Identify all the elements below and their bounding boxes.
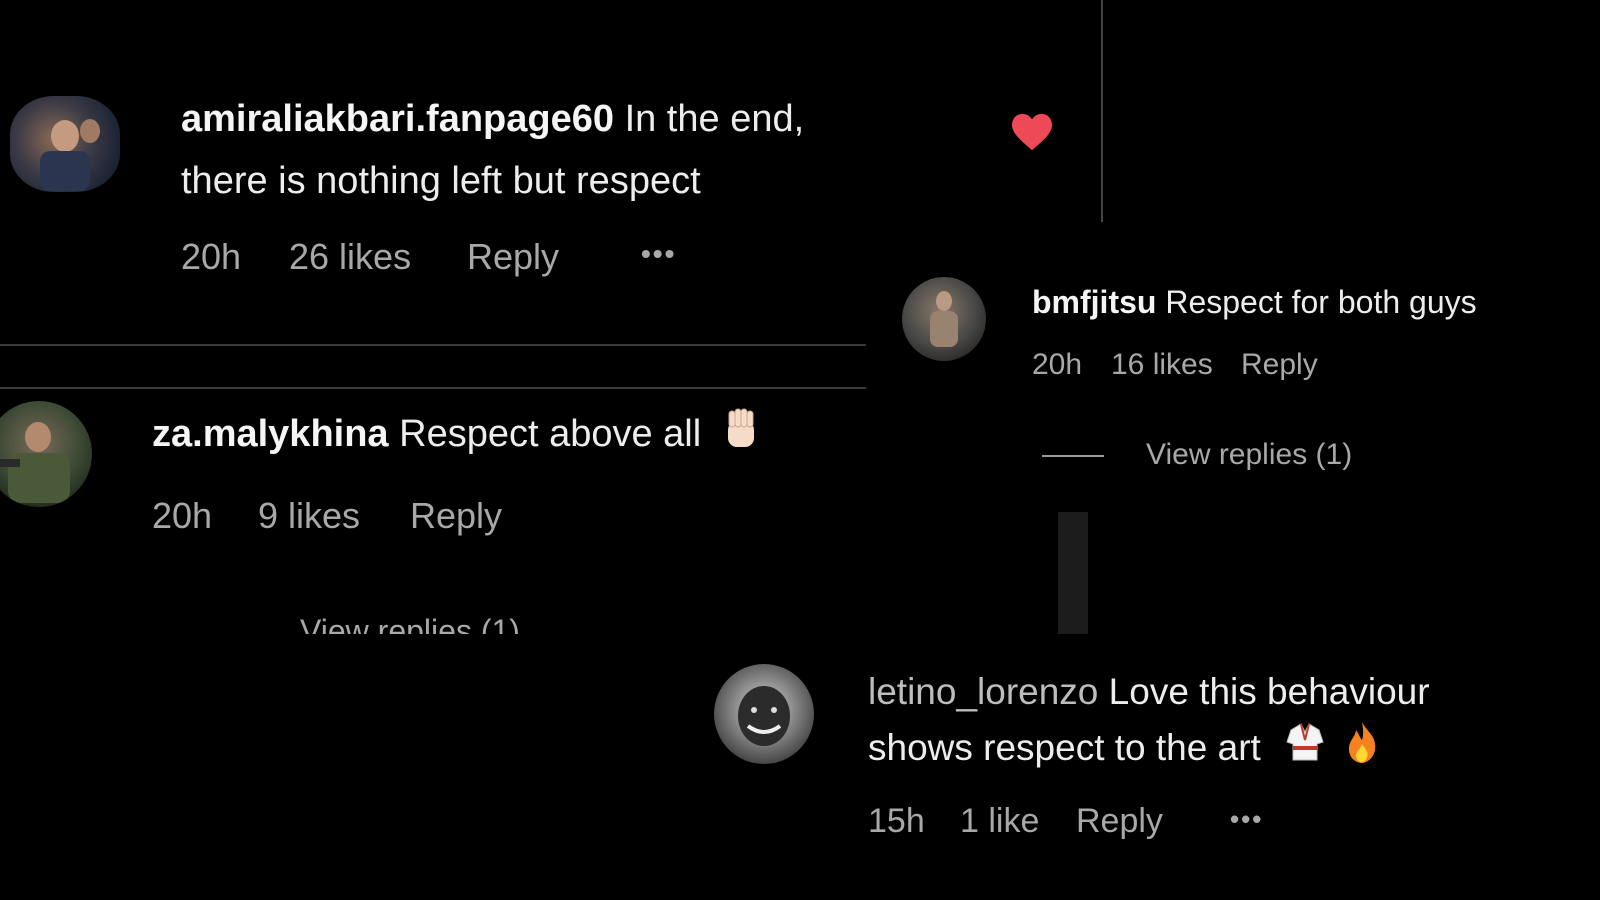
reply-button[interactable]: Reply [410,495,502,537]
comment-username[interactable]: letino_lorenzo [868,671,1098,712]
comment-username[interactable]: bmfjitsu [1032,284,1156,320]
reply-button[interactable]: Reply [1076,802,1163,841]
view-replies-label: View replies (1) [1146,438,1353,471]
comment-meta: 20h 16 likes Reply [1032,348,1372,386]
avatar-photo-icon [40,119,100,191]
comment-panel-2: za.malykhina Respect above all 20h 9 lik… [0,389,866,634]
comment-meta: 20h 26 likes Reply ••• [181,236,741,280]
comment-time: 20h [181,236,242,277]
comment-body: letino_lorenzo Love this behaviour shows… [868,664,1568,780]
panel-divider [0,344,866,346]
avatar-photo-icon [738,686,790,746]
comment-text: Respect for both guys [1165,284,1477,320]
avatar[interactable] [10,96,120,192]
scrollbar[interactable] [1058,512,1088,634]
reply-button[interactable]: Reply [467,236,559,278]
heart-filled-icon [1012,113,1052,151]
avatar[interactable] [0,401,92,507]
comment-meta: 20h 9 likes Reply [152,495,572,539]
comment-time: 20h [152,495,213,536]
like-button[interactable] [1010,112,1054,152]
comment-likes[interactable]: 1 like [960,802,1039,841]
avatar[interactable] [714,664,814,764]
comment-time: 15h [868,802,925,840]
comment-username[interactable]: za.malykhina [152,413,389,455]
reply-button[interactable]: Reply [1241,348,1318,382]
comment-text-line2: there is nothing left but respect [181,160,701,202]
comment-username[interactable]: amiraliakbari.fanpage60 [181,98,614,140]
comment-body: za.malykhina Respect above all [152,407,760,465]
fire-emoji [1343,720,1381,780]
comment-text: In the end, [624,98,805,140]
comment-likes[interactable]: 16 likes [1111,348,1213,382]
comment-likes[interactable]: 9 likes [258,495,360,537]
comment-panel-3: bmfjitsu Respect for both guys 20h 16 li… [868,222,1600,634]
comment-panel-4: letino_lorenzo Love this behaviour shows… [700,634,1600,900]
more-options-icon[interactable]: ••• [641,238,676,270]
raised-fist-emoji [722,407,760,465]
comment-text: Love this behaviour [1108,671,1430,712]
avatar-photo-icon [930,291,958,347]
avatar[interactable] [902,277,986,361]
martial-arts-uniform-emoji [1283,720,1327,780]
comment-body: bmfjitsu Respect for both guys [1032,282,1477,322]
comment-text-line2: shows respect to the art [868,727,1261,768]
view-replies-button[interactable]: View replies (1) [300,613,620,634]
view-replies-button[interactable]: View replies (1) [1146,438,1406,476]
comment-meta: 15h 1 like Reply ••• [868,802,1308,844]
more-options-icon[interactable]: ••• [1230,804,1263,835]
replies-indicator-line [1042,455,1104,457]
panel-divider-vertical [1101,0,1103,222]
comment-likes[interactable]: 26 likes [289,236,411,278]
avatar-photo-icon [0,422,70,503]
comment-text: Respect above all [399,413,702,456]
view-replies-label: View replies (1) [300,613,520,634]
comment-body: amiraliakbari.fanpage60 In the end, ther… [181,88,961,212]
comment-time: 20h [1032,348,1083,381]
